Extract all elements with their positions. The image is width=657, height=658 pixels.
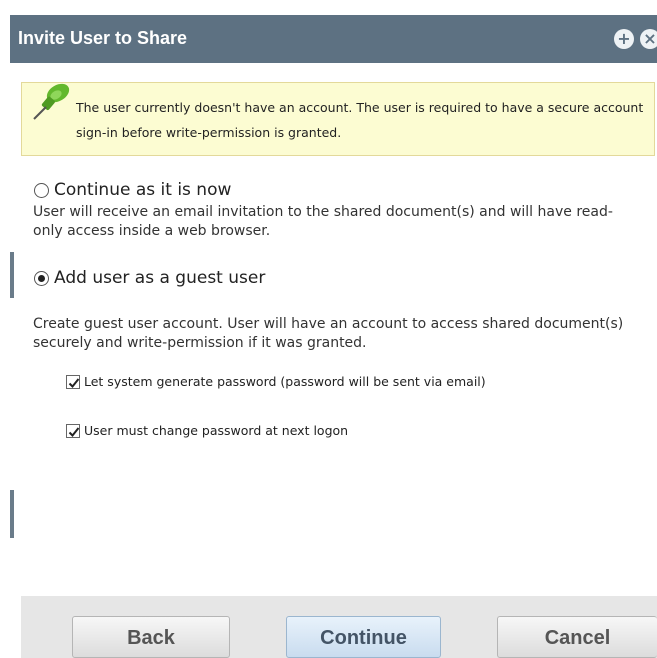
- continue-as-is-radio[interactable]: [34, 182, 49, 198]
- generate-password-option[interactable]: Let system generate password (password w…: [66, 374, 486, 389]
- checkmark-icon: [68, 377, 80, 388]
- change-password-option[interactable]: User must change password at next logon: [66, 423, 348, 438]
- dialog-titlebar: Invite User to Share + ×: [10, 15, 657, 63]
- notice-text: The user currently doesn't have an accou…: [76, 100, 644, 140]
- guest-user-description: Create guest user account. User will hav…: [33, 316, 624, 351]
- continue-as-is-label: Continue as it is now: [54, 180, 232, 200]
- invite-dialog: Invite User to Share + × The user curren…: [0, 0, 657, 658]
- guest-user-radio[interactable]: [34, 270, 49, 286]
- section-marker: [10, 490, 14, 538]
- pushpin-icon: [33, 83, 70, 120]
- change-password-label: User must change password at next logon: [84, 423, 349, 438]
- guest-user-option[interactable]: Add user as a guest user: [34, 268, 265, 288]
- plus-circle-icon[interactable]: +: [614, 29, 634, 49]
- continue-button[interactable]: Continue: [286, 616, 441, 658]
- close-circle-icon[interactable]: ×: [640, 29, 657, 49]
- continue-as-is-option[interactable]: Continue as it is now: [34, 180, 231, 200]
- change-password-checkbox[interactable]: [66, 423, 80, 438]
- generate-password-label: Let system generate password (password w…: [84, 374, 486, 389]
- checkmark-icon: [68, 426, 80, 437]
- guest-user-label: Add user as a guest user: [54, 268, 266, 288]
- section-marker: [10, 252, 14, 298]
- generate-password-checkbox[interactable]: [66, 374, 80, 389]
- dialog-title: Invite User to Share: [18, 28, 188, 48]
- cancel-button[interactable]: Cancel: [497, 616, 657, 658]
- account-notice: The user currently doesn't have an accou…: [21, 82, 655, 156]
- back-button[interactable]: Back: [72, 616, 230, 658]
- continue-as-is-description: User will receive an email invitation to…: [33, 204, 613, 239]
